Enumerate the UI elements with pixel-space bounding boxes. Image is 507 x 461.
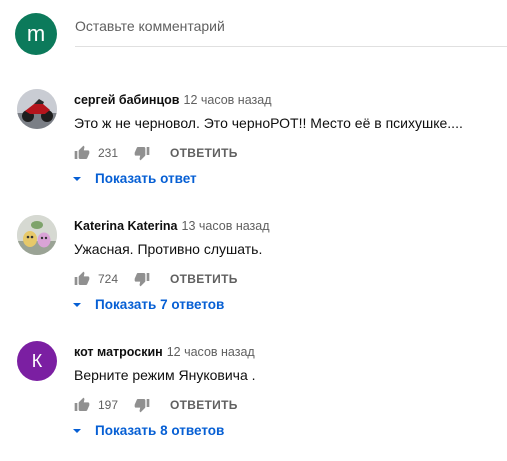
like-count: 197 — [98, 398, 119, 412]
comment-header: сергей бабинцов 12 часов назад — [74, 92, 272, 107]
author-avatar-letter: К — [31, 350, 43, 371]
thumbs-down-icon[interactable] — [134, 397, 150, 413]
comment-time[interactable]: 12 часов назад — [167, 345, 255, 359]
thumbs-up-icon[interactable] — [74, 271, 90, 287]
author-avatar[interactable] — [17, 215, 57, 255]
author-name[interactable]: сергей бабинцов — [74, 93, 180, 107]
show-replies-button[interactable]: Показать 7 ответов — [72, 297, 224, 312]
caret-down-icon — [73, 302, 81, 307]
author-name[interactable]: кот матроскин — [74, 345, 163, 359]
comment-text: Это ж не черновол. Это черноРОТ!! Место … — [74, 115, 463, 131]
thumbs-down-icon[interactable] — [134, 271, 150, 287]
comment-actions: 724 ОТВЕТИТЬ — [74, 269, 238, 289]
reply-button[interactable]: ОТВЕТИТЬ — [170, 398, 238, 412]
comment-header: кот матроскин 12 часов назад — [74, 344, 255, 359]
comment-item: сергей бабинцов 12 часов назад Это ж не ч… — [17, 89, 507, 209]
comment-time[interactable]: 12 часов назад — [184, 93, 272, 107]
comment-actions: 231 ОТВЕТИТЬ — [74, 143, 238, 163]
reply-button[interactable]: ОТВЕТИТЬ — [170, 146, 238, 160]
comment-actions: 197 ОТВЕТИТЬ — [74, 395, 238, 415]
author-avatar[interactable] — [17, 89, 57, 129]
author-avatar[interactable]: К — [17, 341, 57, 381]
caret-down-icon — [73, 428, 81, 433]
add-comment-box[interactable]: m Оставьте комментарий — [15, 13, 507, 59]
comment-input[interactable]: Оставьте комментарий — [75, 18, 225, 34]
comment-input-underline — [75, 46, 507, 47]
comment-header: Katerina Katerina 13 часов назад — [74, 218, 270, 233]
like-count: 724 — [98, 272, 119, 286]
show-replies-label: Показать 8 ответов — [95, 423, 225, 438]
caret-down-icon — [73, 176, 81, 181]
thumbs-up-icon[interactable] — [74, 145, 90, 161]
show-replies-label: Показать 7 ответов — [95, 297, 225, 312]
comment-item: К кот матроскин 12 часов назад Верните ре… — [17, 341, 507, 461]
motorcycle-photo-icon — [17, 89, 57, 129]
figurines-photo-icon — [17, 215, 57, 255]
comment-text: Ужасная. Противно слушать. — [74, 241, 263, 257]
thumbs-down-icon[interactable] — [134, 145, 150, 161]
comment-text: Верните режим Януковича . — [74, 367, 256, 383]
user-avatar: m — [15, 13, 57, 55]
show-replies-button[interactable]: Показать 8 ответов — [72, 423, 224, 438]
show-replies-button[interactable]: Показать ответ — [72, 171, 197, 186]
comment-item: Katerina Katerina 13 часов назад Ужасная.… — [17, 215, 507, 335]
show-replies-label: Показать ответ — [95, 171, 197, 186]
reply-button[interactable]: ОТВЕТИТЬ — [170, 272, 238, 286]
like-count: 231 — [98, 146, 119, 160]
author-name[interactable]: Katerina Katerina — [74, 219, 178, 233]
thumbs-up-icon[interactable] — [74, 397, 90, 413]
comment-time[interactable]: 13 часов назад — [182, 219, 270, 233]
